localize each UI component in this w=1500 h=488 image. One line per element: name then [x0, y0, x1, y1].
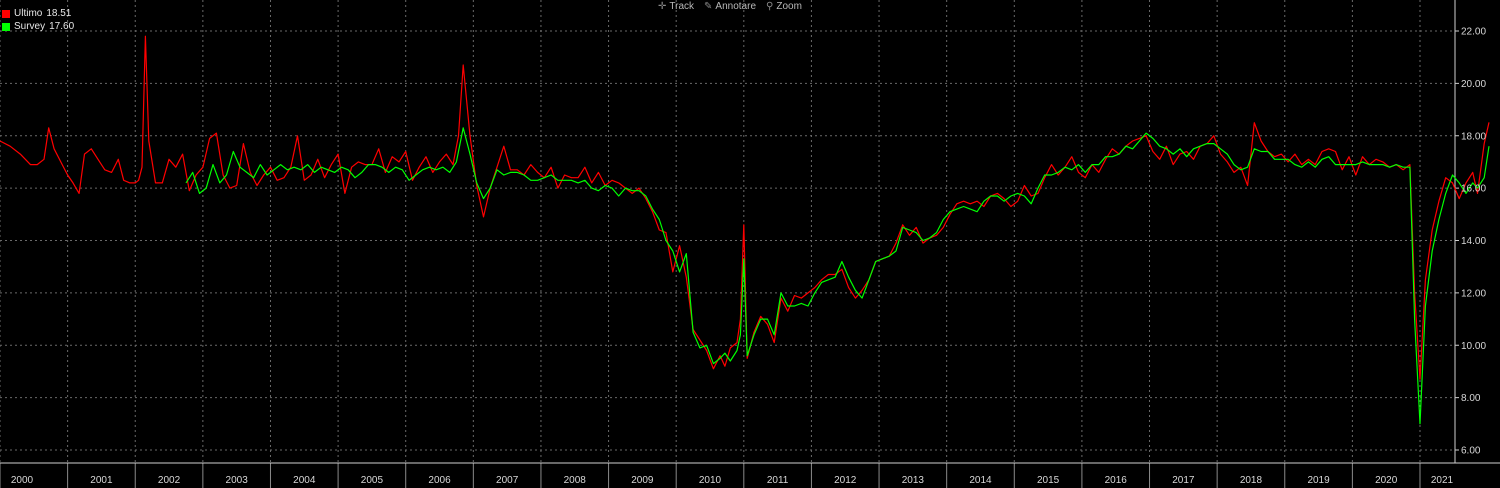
x-tick-label: 2014 [969, 475, 992, 486]
zoom-label: Zoom [776, 1, 802, 12]
axes [0, 0, 1500, 488]
series-lines [0, 35, 1490, 425]
x-tick-label: 2013 [902, 475, 925, 486]
y-tick-label: 16.00 [1461, 184, 1486, 195]
series-line-survey [185, 127, 1490, 425]
magnifier-icon: ⚲ [766, 1, 774, 12]
track-label: Track [669, 1, 695, 12]
x-axis-ticks: 2000 2001 2002 2003 2004 2005 2006 2007 2008 2009… [11, 475, 1454, 486]
x-tick-label: 2008 [564, 475, 587, 486]
line-chart: 6.00 8.00 10.00 12.00 14.00 16.00 18.00 20.00 22… [0, 0, 1500, 488]
y-tick-label: 18.00 [1461, 131, 1486, 142]
legend-value-ultimo: 18.51 [46, 8, 72, 19]
series-line-ultimo [0, 35, 1490, 380]
y-tick-label: 22.00 [1461, 27, 1486, 38]
x-tick-label: 2015 [1037, 475, 1060, 486]
zoom-button[interactable]: ⚲ Zoom [766, 1, 802, 12]
chart-toolbar: ✛ Track ✎ Annotare ⚲ Zoom [658, 1, 802, 12]
x-tick-label: 2012 [834, 475, 857, 486]
legend-swatch-survey [2, 22, 10, 31]
legend-item-survey: Survey 17.60 [2, 20, 74, 33]
x-tick-label: 2018 [1240, 475, 1263, 486]
x-tick-label: 2011 [767, 475, 789, 486]
y-tick-label: 12.00 [1461, 288, 1486, 299]
x-tick-label: 2010 [699, 475, 722, 486]
legend-label-survey: Survey [14, 21, 46, 32]
x-tick-label: 2002 [158, 475, 181, 486]
y-tick-label: 10.00 [1461, 341, 1486, 352]
x-tick-label: 2021 [1431, 475, 1454, 486]
x-tick-label: 2019 [1307, 475, 1330, 486]
legend-label-ultimo: Ultimo [14, 8, 43, 19]
x-tick-label: 2016 [1105, 475, 1128, 486]
x-tick-label: 2007 [496, 475, 519, 486]
y-axis-ticks: 6.00 8.00 10.00 12.00 14.00 16.00 18.00 20.00 22… [1461, 27, 1486, 457]
x-tick-label: 2004 [293, 475, 316, 486]
x-tick-label: 2017 [1172, 475, 1195, 486]
x-tick-label: 2006 [428, 475, 451, 486]
legend-item-ultimo: Ultimo 18.51 [2, 7, 74, 20]
annotate-button[interactable]: ✎ Annotare [704, 1, 756, 12]
y-tick-label: 20.00 [1461, 79, 1486, 90]
x-tick-label: 2003 [226, 475, 249, 486]
pencil-icon: ✎ [704, 1, 713, 12]
x-tick-label: 2005 [361, 475, 384, 486]
y-tick-label: 6.00 [1461, 446, 1481, 457]
track-button[interactable]: ✛ Track [658, 1, 694, 12]
x-tick-label: 2001 [90, 475, 113, 486]
x-tick-label: 2020 [1375, 475, 1398, 486]
x-tick-label: 2009 [631, 475, 654, 486]
crosshair-icon: ✛ [658, 1, 667, 12]
legend: Ultimo 18.51 Survey 17.60 [2, 7, 74, 33]
legend-swatch-ultimo [2, 9, 10, 18]
y-tick-label: 14.00 [1461, 236, 1486, 247]
annotate-label: Annotare [715, 1, 757, 12]
y-tick-label: 8.00 [1461, 393, 1481, 404]
grid-lines [0, 0, 1455, 463]
legend-value-survey: 17.60 [49, 21, 75, 32]
x-tick-label: 2000 [11, 475, 34, 486]
